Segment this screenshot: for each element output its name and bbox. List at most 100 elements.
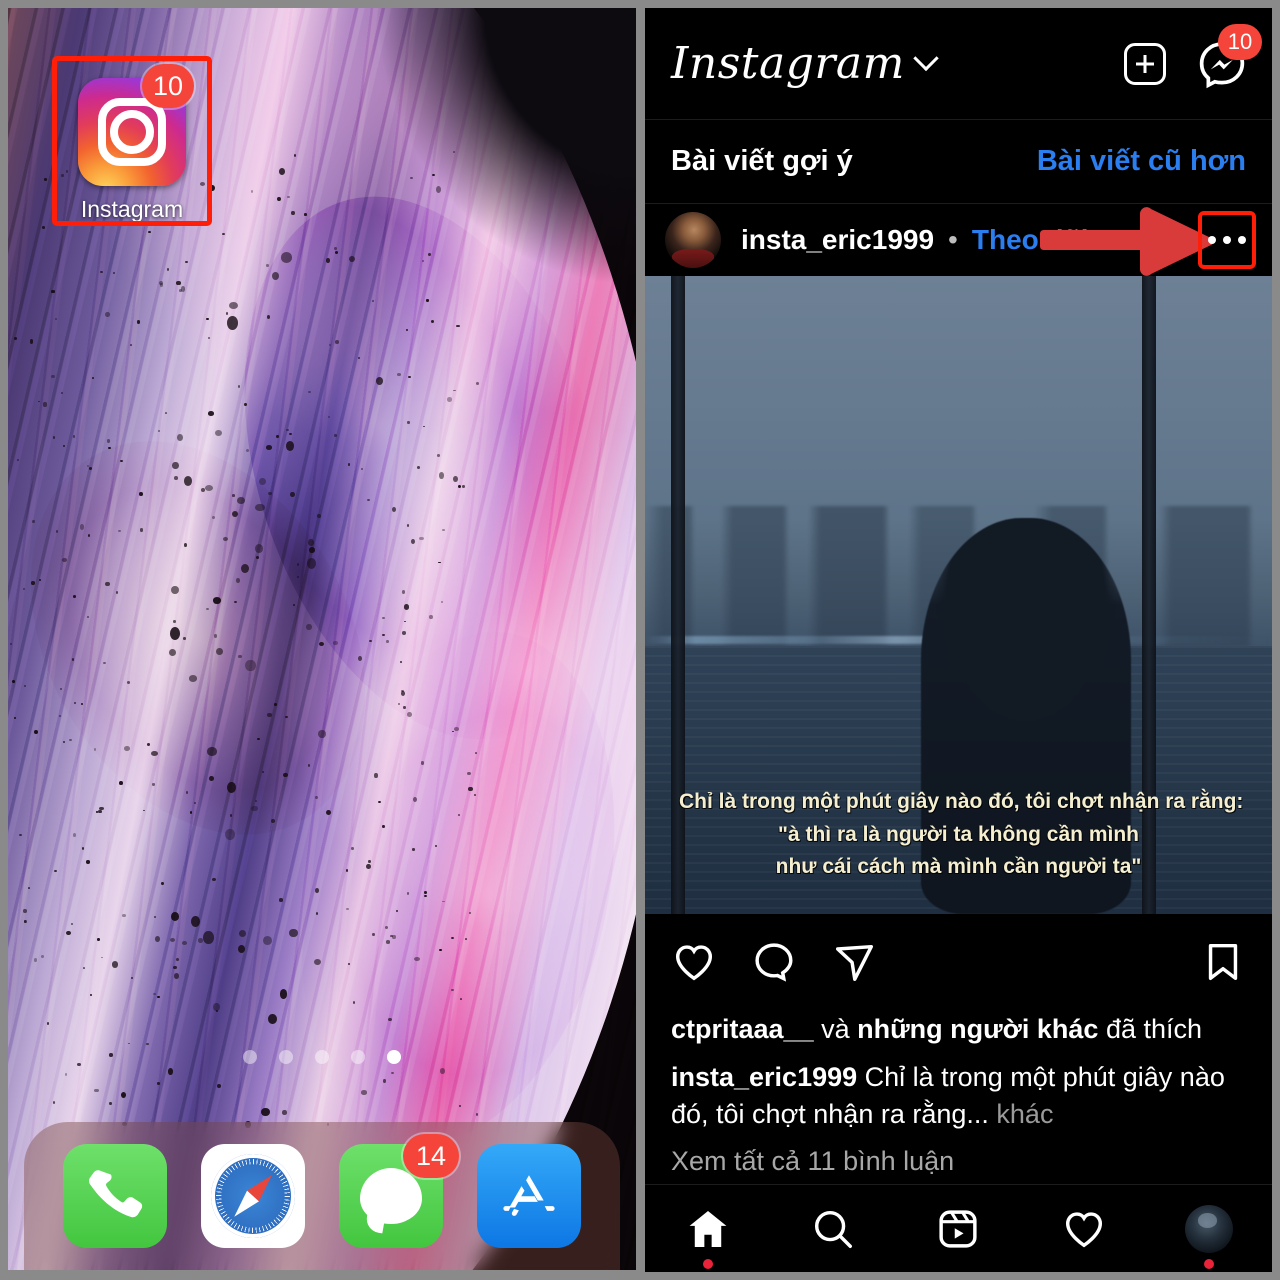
wallpaper-speck [99,806,104,811]
wallpaper-speck [14,716,17,719]
wallpaper-speck [225,312,228,315]
wallpaper-speck [382,824,385,828]
wallpaper-speck [250,805,258,812]
nav-home[interactable] [680,1201,736,1269]
wallpaper-speck [115,591,118,594]
wallpaper-speck [197,938,203,943]
messages-badge: 14 [403,1134,459,1178]
instagram-wordmark[interactable]: Instagram [671,38,905,89]
older-posts-link[interactable]: Bài viết cũ hơn [1037,145,1246,178]
wallpaper-speck [381,616,385,619]
app-icon-instagram[interactable]: 10 Instagram [34,34,212,226]
wallpaper-speck [174,475,179,480]
wallpaper-speck [208,411,215,416]
wallpaper-speck [435,185,441,193]
wallpaper-speck [457,814,460,816]
wallpaper-speck [86,615,89,619]
messenger-button[interactable]: 10 [1196,23,1262,90]
more-options-icon[interactable] [1198,211,1256,269]
wallpaper-speck [103,662,106,665]
wallpaper-speck [278,168,286,175]
page-dot[interactable] [315,1050,329,1064]
wallpaper-speck [207,747,217,756]
wallpaper-speck [215,430,222,437]
page-dot[interactable] [351,1050,365,1064]
post-username[interactable]: insta_eric1999 [741,224,934,256]
caption-more-link[interactable]: khác [989,1099,1053,1129]
wallpaper-speck [369,639,373,642]
wallpaper-speck [395,909,399,912]
post-header: insta_eric1999 • Theo dõi [645,204,1272,276]
wallpaper-speck [360,467,364,470]
dot [1223,236,1231,244]
wallpaper-speck [23,908,27,914]
wallpaper-speck [422,259,425,262]
nav-activity[interactable] [1056,1201,1112,1257]
wallpaper-speck [403,604,409,610]
dock-app-messages[interactable]: 14 [339,1134,459,1248]
annotation-arrow [1040,207,1214,276]
wallpaper-speck [259,477,267,485]
dock-app-safari[interactable] [201,1144,305,1248]
wallpaper-speck [211,516,215,519]
post-actions [645,914,1272,1010]
instagram-title-group[interactable]: Instagram [671,38,939,89]
wallpaper-speck [52,1101,55,1105]
wallpaper-speck [361,1090,368,1095]
avatar[interactable] [665,212,721,268]
page-dot[interactable] [279,1050,293,1064]
messenger-badge: 10 [1218,23,1262,60]
dock-app-appstore[interactable] [477,1144,581,1248]
wallpaper-speck [279,898,283,902]
wallpaper-speck [182,637,186,640]
wallpaper-speck [55,529,58,533]
wallpaper-speck [475,382,479,385]
wallpaper-speck [334,340,339,344]
wallpaper-speck [206,607,209,610]
home-icon [689,1210,727,1247]
wallpaper-speck [89,993,92,997]
post-image[interactable]: Chỉ là trong một phút giây nào đó, tôi c… [645,276,1272,914]
view-all-comments-link[interactable]: Xem tất cả 11 bình luận [671,1146,1246,1177]
nav-profile[interactable] [1181,1201,1237,1269]
wallpaper-speck [130,976,133,979]
wallpaper-speck [153,992,156,995]
comment-bubble-icon[interactable] [751,939,797,985]
wallpaper-speck [136,319,141,324]
chevron-down-icon[interactable] [913,45,939,71]
wallpaper-speck [454,727,459,731]
nav-search[interactable] [805,1201,861,1257]
plus-square-icon[interactable] [1124,42,1166,85]
dock-app-phone[interactable] [63,1144,167,1248]
likes-others[interactable]: những người khác [857,1014,1098,1044]
wallpaper-speck [52,436,55,439]
wallpaper-speck [281,252,292,263]
page-dot-active[interactable] [387,1050,401,1064]
wallpaper-speck [325,809,331,815]
post-caption: insta_eric1999 Chỉ là trong một phút giâ… [671,1059,1246,1134]
wallpaper-speck [126,680,131,684]
instagram-top-actions: 10 [1124,23,1262,90]
wallpaper-speck [346,907,349,910]
caption-author[interactable]: insta_eric1999 [671,1062,857,1092]
heart-icon[interactable] [671,939,717,985]
wallpaper-speck [383,1079,387,1083]
page-dots[interactable] [8,1050,636,1064]
wallpaper-speck [238,654,242,659]
bookmark-icon[interactable] [1200,939,1246,985]
wallpaper-speck [62,445,65,447]
nav-reels[interactable] [930,1201,986,1257]
wallpaper-speck [178,288,182,292]
likes-username[interactable]: ctpritaaa__ [671,1014,814,1044]
page-dot[interactable] [243,1050,257,1064]
wallpaper-speck [14,337,17,341]
share-paperplane-icon[interactable] [831,939,877,985]
wallpaper-speck [170,585,179,595]
wallpaper-speck [426,299,430,302]
dot [1208,236,1216,244]
wallpaper-speck [58,714,61,717]
wallpaper-speck [43,402,47,407]
wallpaper-speck [222,536,228,541]
wallpaper-speck [432,173,435,176]
wallpaper-speck [313,958,321,965]
